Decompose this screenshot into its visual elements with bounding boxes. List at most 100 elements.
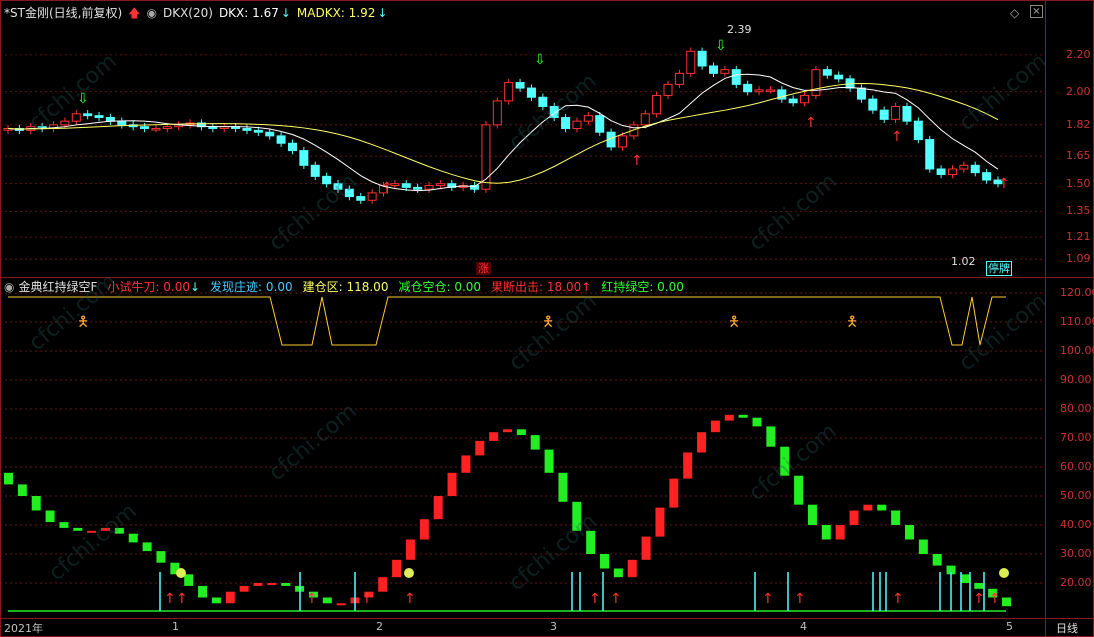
strength-bar xyxy=(336,603,346,606)
strength-bar xyxy=(156,551,166,563)
collapse-circle-icon[interactable]: ◉ xyxy=(146,5,156,21)
candle-body xyxy=(925,139,935,170)
candle-body xyxy=(424,185,434,190)
price-tick-4: 1.50 xyxy=(1066,176,1091,190)
strength-bar xyxy=(752,417,762,427)
strength-bar xyxy=(17,484,27,496)
candle-body xyxy=(94,115,104,118)
candle-body xyxy=(151,128,161,131)
sub-tick-1: 110.00 xyxy=(1060,315,1094,328)
candle-body xyxy=(754,89,764,93)
candle-body xyxy=(959,164,969,170)
candle-body xyxy=(663,83,673,96)
strength-bar xyxy=(225,591,235,604)
red-up-arrow-icon: 🡅 xyxy=(128,6,141,20)
strength-bar xyxy=(835,525,845,540)
candle-body xyxy=(686,50,696,74)
strength-bar xyxy=(669,478,679,508)
strength-bar xyxy=(891,510,901,525)
sub-tick-7: 50.00 xyxy=(1060,489,1092,502)
candle-body xyxy=(800,94,810,104)
strength-bar xyxy=(433,496,443,520)
red-up-arrow-icon: ↑ xyxy=(631,153,643,169)
walking-figure-icon: 🯅 xyxy=(728,314,740,330)
candle-body xyxy=(913,120,923,141)
strength-bar xyxy=(558,472,568,502)
strength-bar xyxy=(544,449,554,473)
strength-bar xyxy=(253,583,263,586)
madkx-value: MADKX: 1.92 xyxy=(296,6,376,20)
strength-bar xyxy=(918,539,928,554)
strength-bar xyxy=(1002,597,1011,607)
price-tick-3: 1.65 xyxy=(1066,149,1091,163)
strength-bar xyxy=(378,577,388,592)
strength-bar xyxy=(641,536,651,560)
strength-bar xyxy=(724,414,734,421)
candle-body xyxy=(310,164,320,177)
candle-body xyxy=(868,98,878,111)
red-up-arrow-icon: ↑ xyxy=(176,591,188,607)
candle-body xyxy=(299,150,309,166)
strength-bar xyxy=(627,559,637,578)
candle-body xyxy=(117,120,127,126)
red-up-arrow-icon: ↑ xyxy=(998,176,1010,192)
candle-body xyxy=(982,172,992,181)
madkx-line xyxy=(7,82,999,184)
price-tick-0: 2.20 xyxy=(1066,47,1091,61)
candle-body xyxy=(367,192,377,201)
strength-bar xyxy=(600,554,610,569)
sub-tick-0: 120.00 xyxy=(1060,286,1094,299)
red-up-arrow-icon: ↑ xyxy=(306,591,318,607)
strength-bar xyxy=(503,429,512,433)
price-tick-7: 1.09 xyxy=(1066,252,1091,266)
sub-indicator-layer: ↑ ↑ ↑ ↑ ↑ ↑ ↑ ↑ ↑ ↑ ↑ ↑🯅 🯅 🯅 🯅 xyxy=(4,296,1011,612)
red-up-arrow-icon: ↑ xyxy=(762,591,774,607)
candle-body xyxy=(879,109,889,120)
candle-body xyxy=(253,129,263,133)
diamond-icon[interactable]: ◇ xyxy=(1010,6,1019,20)
strength-bar xyxy=(4,472,13,485)
strength-bar xyxy=(530,435,540,450)
sub-item-4: 果断出击: 18.00 xyxy=(491,280,582,294)
strength-bar xyxy=(239,585,249,592)
red-up-arrow-icon: ↑ xyxy=(164,591,176,607)
strength-bar xyxy=(419,519,429,540)
strength-bar xyxy=(863,504,873,511)
candle-body xyxy=(856,87,866,100)
red-up-arrow-icon: ↑ xyxy=(973,591,985,607)
strength-bar xyxy=(45,510,55,523)
red-up-arrow-icon: ↑ xyxy=(610,591,622,607)
candle-body xyxy=(595,115,605,133)
strength-bar xyxy=(267,583,277,585)
strength-bar xyxy=(447,472,457,496)
period-label[interactable]: 日线 xyxy=(1056,620,1078,636)
strength-bar xyxy=(807,504,817,525)
close-icon[interactable]: × xyxy=(1030,5,1043,18)
stock-title[interactable]: *ST金刚(日线,前复权) xyxy=(4,5,122,21)
x-label-month-4: 4 xyxy=(800,620,807,633)
candle-body xyxy=(652,94,662,115)
candle-body xyxy=(674,72,684,85)
sub-tick-5: 70.00 xyxy=(1060,431,1092,444)
down-arrow-icon: ↓ xyxy=(280,6,291,20)
candle-body xyxy=(947,168,957,176)
price-tick-6: 1.21 xyxy=(1066,230,1091,244)
candle-body xyxy=(356,196,366,201)
candle-body xyxy=(276,135,286,144)
sub-tick-10: 20.00 xyxy=(1060,576,1092,589)
x-label-month-5: 5 xyxy=(1006,620,1013,633)
apple-icon xyxy=(176,568,186,578)
candle-body xyxy=(265,131,275,137)
apple-icon xyxy=(404,568,414,578)
collapse-circle-icon[interactable]: ◉ xyxy=(4,279,14,295)
red-up-arrow-icon: ↑ xyxy=(794,591,806,607)
strength-bar xyxy=(683,452,693,479)
strength-bar xyxy=(128,533,138,543)
strength-bar xyxy=(849,510,859,525)
sub-tick-3: 90.00 xyxy=(1060,373,1092,386)
strength-bar xyxy=(974,583,984,589)
strength-bar xyxy=(516,429,526,436)
indicator-name[interactable]: DKX(20) xyxy=(163,5,213,21)
strength-bar xyxy=(738,414,748,418)
high-price-label: 2.39 xyxy=(727,23,752,36)
